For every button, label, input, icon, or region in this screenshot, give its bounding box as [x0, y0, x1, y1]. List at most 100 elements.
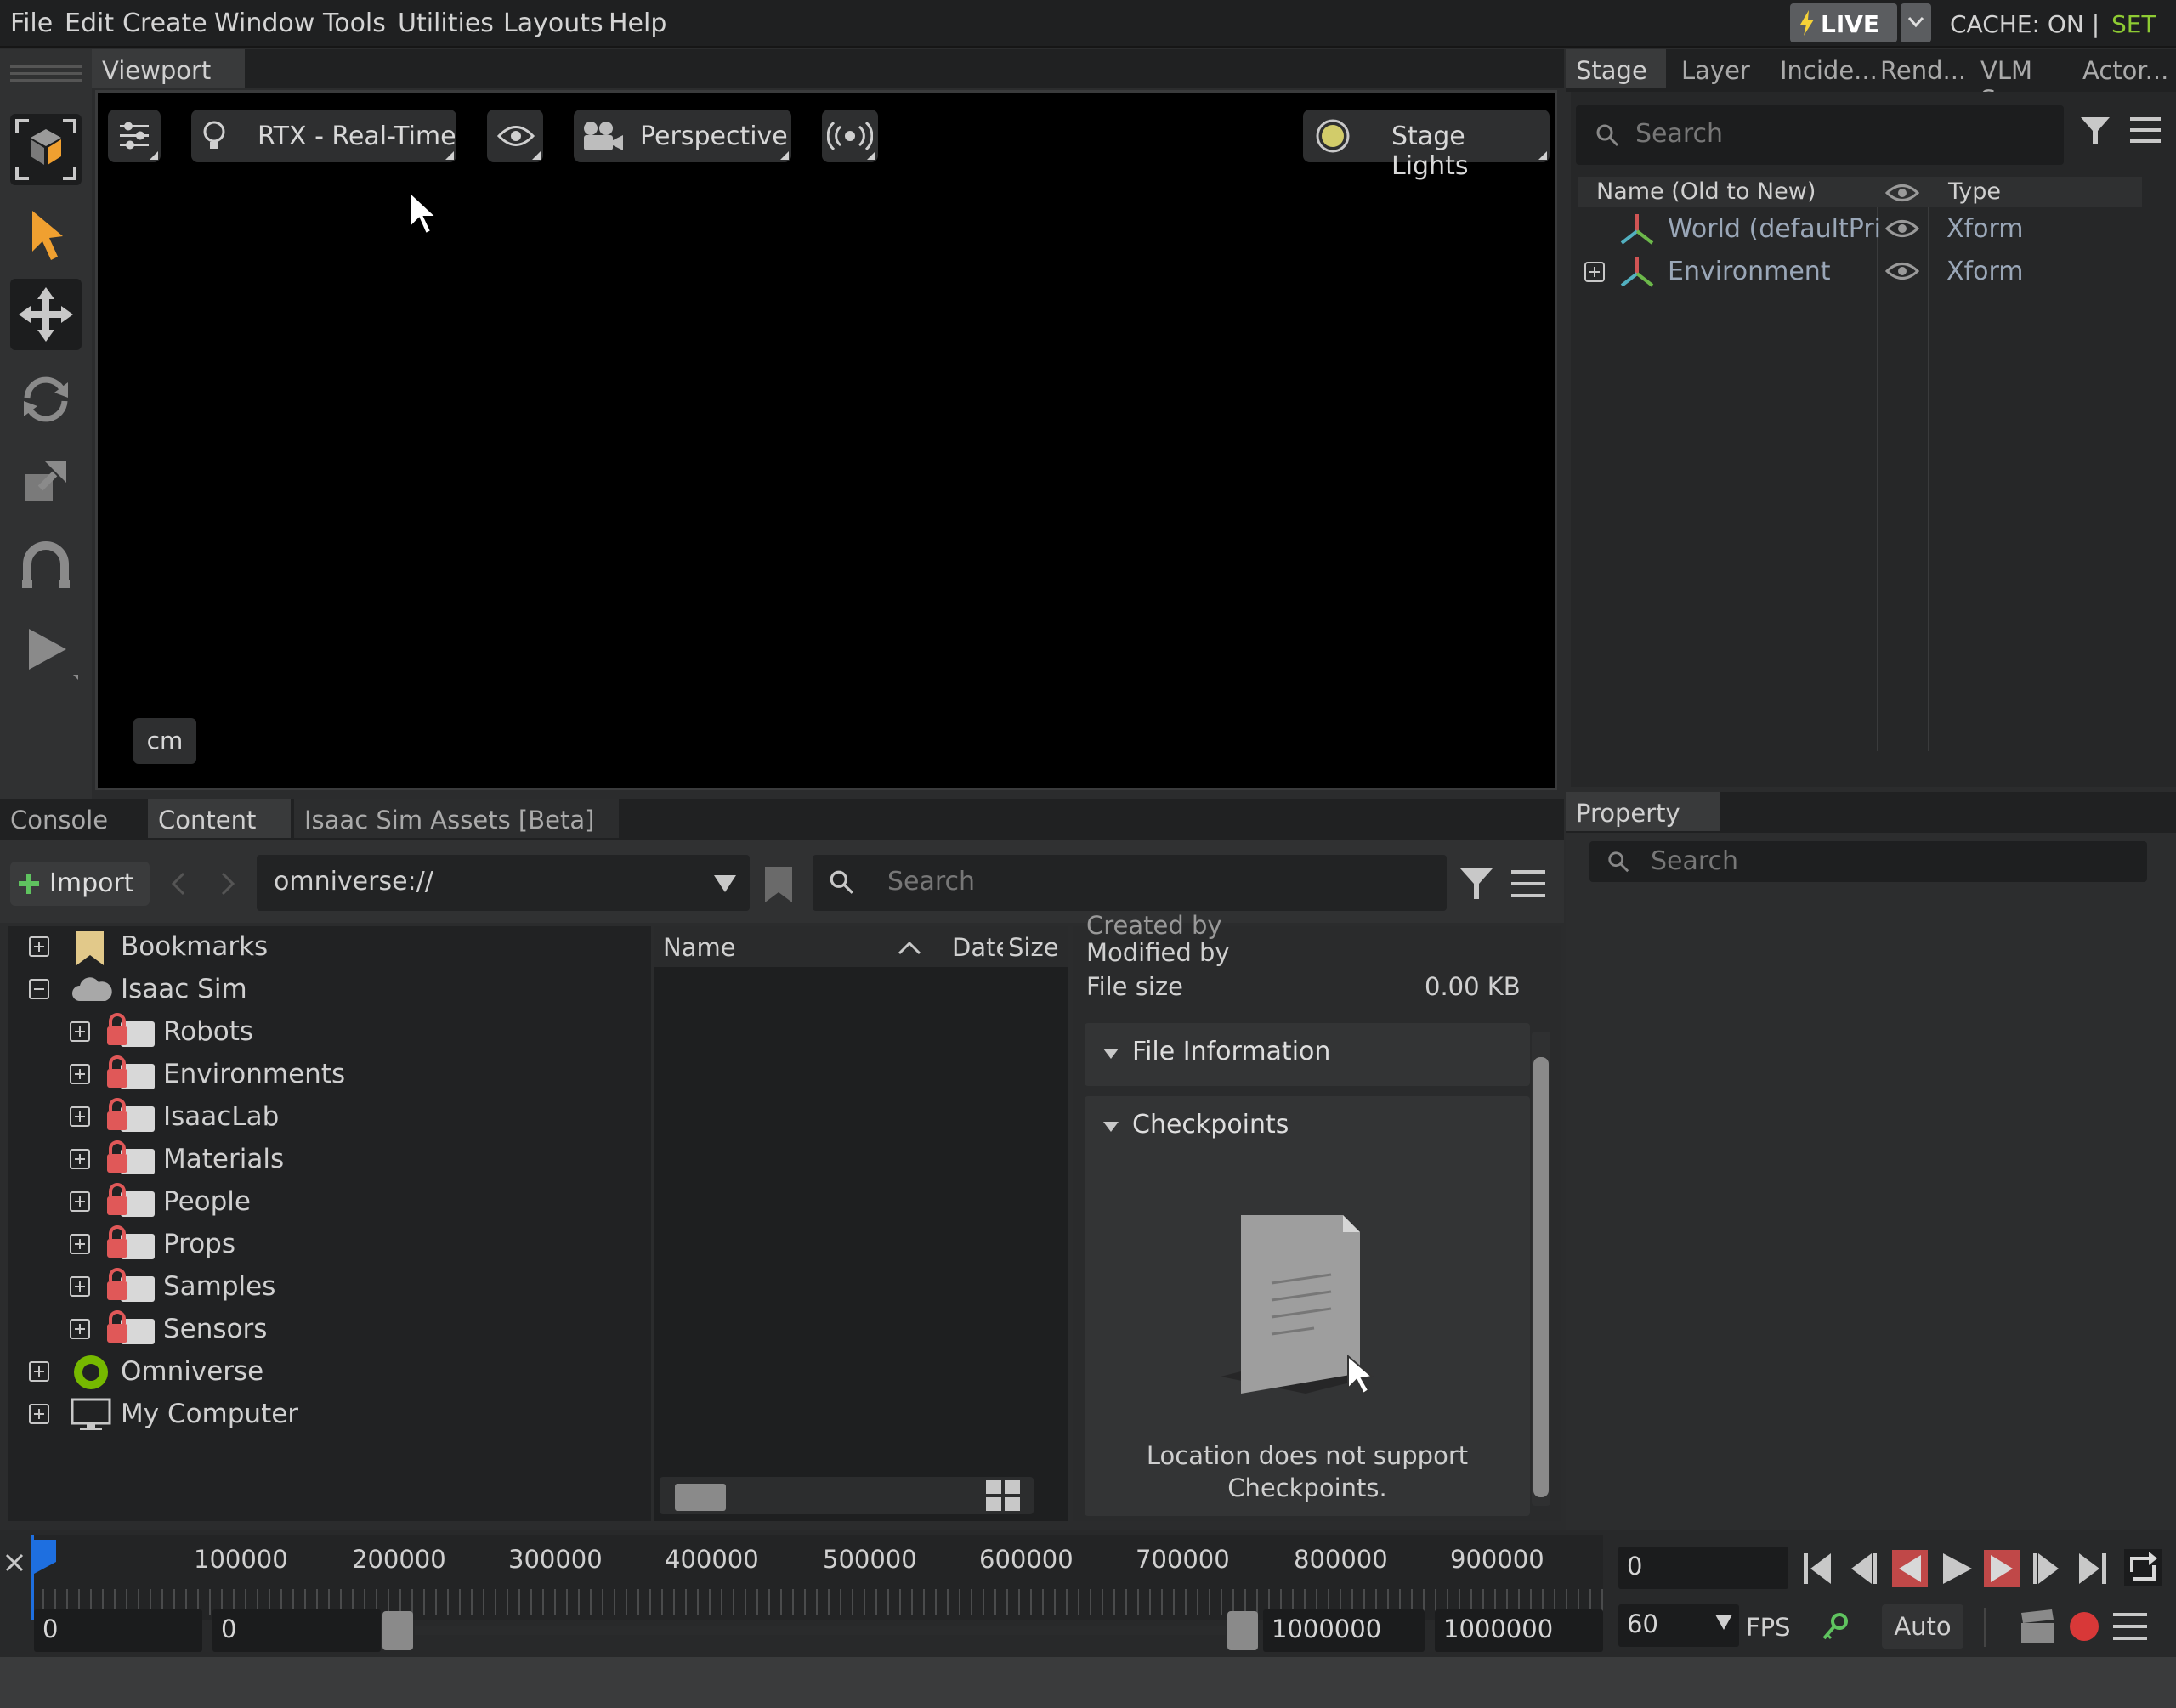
col-date-header[interactable]: Date [952, 933, 1003, 962]
menu-create[interactable]: Create [122, 8, 207, 38]
select-mode-button[interactable] [10, 114, 82, 185]
tree-item-omniverse[interactable]: Omniverse [29, 1353, 624, 1390]
fps-field[interactable]: 60 [1618, 1604, 1739, 1647]
stage-col-name[interactable]: Name (Old to New) [1596, 178, 1816, 205]
tree-item-people[interactable]: People [70, 1183, 622, 1220]
set-status[interactable]: SET [2111, 10, 2156, 38]
range-slider-track[interactable] [415, 1626, 1226, 1635]
expand-plus-icon[interactable] [29, 1404, 49, 1424]
play-reverse-icon[interactable] [1890, 1548, 1930, 1589]
play-icon[interactable] [1938, 1550, 1975, 1587]
timeline-track[interactable]: 100000 200000 300000 400000 500000 60000… [31, 1535, 1603, 1620]
visibility-eye-icon[interactable] [1885, 218, 1919, 240]
tree-item-isaaclab[interactable]: IsaacLab [70, 1098, 622, 1135]
visibility-eye-icon[interactable] [1885, 260, 1919, 282]
expand-plus-icon[interactable] [29, 936, 49, 957]
tree-item-environments[interactable]: Environments [70, 1055, 622, 1093]
property-search-input[interactable]: Search [1590, 841, 2147, 882]
step-forward-icon[interactable] [2030, 1550, 2064, 1587]
start-frame-field[interactable]: 0 [212, 1609, 381, 1652]
tab-incidents[interactable]: Incide... [1770, 49, 1878, 88]
tab-layer[interactable]: Layer [1671, 49, 1766, 88]
expand-plus-icon[interactable] [70, 1191, 90, 1212]
tab-console[interactable]: Console [0, 799, 144, 838]
scrollbar-thumb[interactable] [1533, 1057, 1549, 1497]
tab-actor[interactable]: Actor... [2072, 49, 2174, 88]
back-arrow-icon[interactable] [170, 870, 187, 897]
visibility-menu-button[interactable] [487, 110, 543, 162]
tab-vlm[interactable]: VLM S... [1970, 49, 2072, 114]
camera-button[interactable]: Perspective [574, 110, 791, 162]
tab-property[interactable]: Property [1566, 792, 1720, 831]
grid-view-icon[interactable] [984, 1479, 1022, 1513]
expand-plus-icon[interactable] [70, 1319, 90, 1339]
snap-toggle-button[interactable] [10, 530, 82, 602]
filter-icon[interactable] [2077, 114, 2113, 150]
viewport-canvas[interactable]: RTX - Real-Time Perspective Stage Lights… [95, 90, 1557, 790]
step-back-icon[interactable] [1846, 1550, 1880, 1587]
path-field[interactable]: omniverse:// [257, 855, 750, 911]
stage-row-environment[interactable]: Environment Xform [1578, 252, 2142, 292]
play-mode-button[interactable] [10, 614, 82, 685]
collapse-minus-icon[interactable] [29, 979, 49, 999]
playhead-marker-icon[interactable] [31, 1538, 60, 1575]
stage-row-world[interactable]: World (defaultPri Xform [1578, 209, 2142, 250]
tab-content[interactable]: Content [148, 799, 291, 838]
record-icon[interactable] [2067, 1609, 2101, 1643]
loop-icon[interactable] [2122, 1547, 2164, 1589]
dropdown-arrow-icon[interactable] [712, 874, 738, 894]
stream-button[interactable] [822, 110, 878, 162]
horizontal-scrollbar[interactable] [660, 1477, 1034, 1514]
tree-item-bookmarks[interactable]: Bookmarks [29, 928, 624, 965]
tree-item-robots[interactable]: Robots [70, 1013, 622, 1050]
scrollbar-thumb[interactable] [675, 1484, 726, 1511]
live-dropdown[interactable] [1901, 3, 1931, 42]
tree-item-materials[interactable]: Materials [70, 1140, 622, 1178]
content-search-input[interactable]: Search [813, 855, 1447, 911]
file-list[interactable]: Name Date Size [654, 926, 1068, 1521]
checkpoints-section[interactable]: Checkpoints Location does not support Ch… [1085, 1096, 1530, 1516]
sort-ascending-icon[interactable] [898, 940, 921, 955]
range-start-handle[interactable] [382, 1611, 413, 1650]
play-forward-icon[interactable] [1982, 1548, 2021, 1589]
tree-item-isaac-sim[interactable]: Isaac Sim [29, 970, 624, 1008]
menu-file[interactable]: File [10, 8, 53, 38]
tab-isaac-sim-assets[interactable]: Isaac Sim Assets [Beta] [294, 799, 619, 838]
expand-plus-icon[interactable] [70, 1234, 90, 1254]
stage-col-type[interactable]: Type [1948, 178, 2001, 205]
expand-plus-icon[interactable] [29, 1361, 49, 1382]
expand-plus-icon[interactable] [70, 1276, 90, 1297]
clapperboard-icon[interactable] [2018, 1608, 2057, 1645]
start-time-field[interactable]: 0 [34, 1609, 202, 1652]
rotate-tool-button[interactable] [10, 364, 82, 435]
expand-plus-icon[interactable] [1584, 262, 1605, 282]
live-button[interactable]: LIVE [1790, 3, 1897, 42]
viewport-settings-button[interactable] [108, 110, 161, 162]
tab-viewport[interactable]: Viewport [92, 49, 245, 88]
expand-plus-icon[interactable] [70, 1021, 90, 1042]
menu-edit[interactable]: Edit [65, 8, 114, 38]
select-tool-button[interactable] [10, 199, 82, 270]
forward-arrow-icon[interactable] [219, 870, 236, 897]
move-tool-button[interactable] [10, 279, 82, 350]
filter-icon[interactable] [1459, 865, 1494, 904]
skip-to-end-icon[interactable] [2076, 1550, 2110, 1587]
menu-window[interactable]: Window [214, 8, 314, 38]
tree-item-sensors[interactable]: Sensors [70, 1310, 622, 1348]
details-scrollbar[interactable] [1532, 1032, 1550, 1506]
close-icon[interactable] [3, 1552, 26, 1574]
drag-handle-icon[interactable] [10, 63, 82, 82]
menu-icon[interactable] [2130, 116, 2161, 144]
expand-plus-icon[interactable] [70, 1149, 90, 1169]
stage-search-input[interactable]: Search [1576, 105, 2064, 165]
tree-item-samples[interactable]: Samples [70, 1268, 622, 1305]
end-time-field[interactable]: 1000000 [1435, 1609, 1603, 1652]
bookmark-icon[interactable] [763, 865, 794, 904]
file-information-section[interactable]: File Information [1085, 1023, 1530, 1086]
stage-lights-button[interactable]: Stage Lights [1303, 110, 1550, 181]
end-frame-field[interactable]: 1000000 [1263, 1609, 1425, 1652]
menu-layouts[interactable]: Layouts [503, 8, 604, 38]
col-name-header[interactable]: Name [663, 933, 736, 962]
menu-icon[interactable] [2113, 1611, 2147, 1642]
expand-plus-icon[interactable] [70, 1106, 90, 1127]
